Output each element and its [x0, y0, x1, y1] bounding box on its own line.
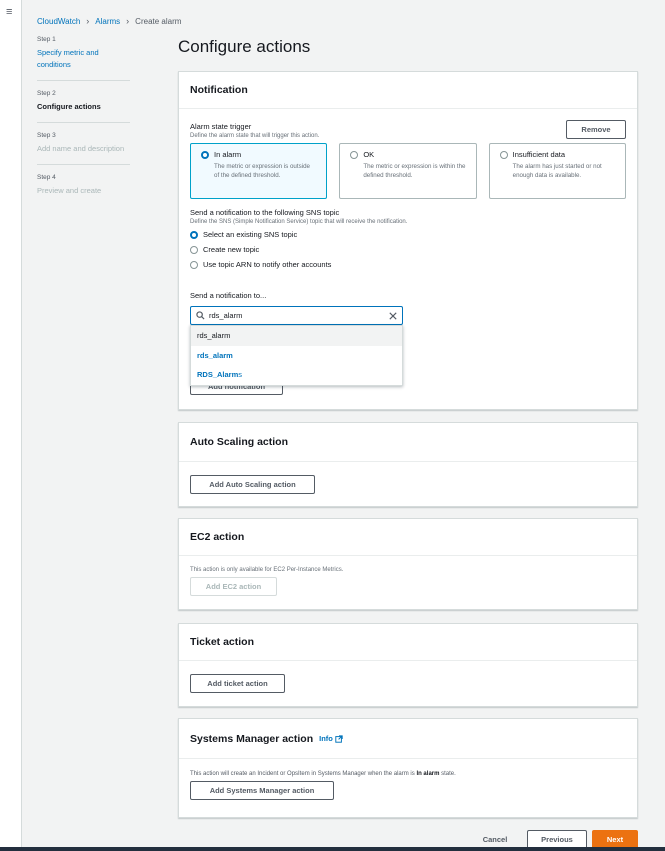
clear-icon[interactable]	[389, 311, 397, 320]
radio-icon[interactable]	[499, 150, 508, 159]
breadcrumb: CloudWatch › Alarms › Create alarm	[37, 15, 181, 27]
sns-option-label: Create new topic	[203, 245, 260, 254]
sns-option-label: Use topic ARN to notify other accounts	[203, 260, 332, 269]
tile-title: Insufficient data	[512, 150, 566, 159]
tile-title: OK	[363, 150, 375, 159]
step-number: Step 3	[37, 132, 56, 139]
ec2-panel: EC2 action This action is only available…	[178, 518, 638, 610]
external-link-icon	[335, 734, 343, 743]
wizard-steps: Step 1 Specify metric and conditions Ste…	[37, 36, 130, 215]
add-ssm-button[interactable]: Add Systems Manager action	[190, 781, 334, 800]
ssm-desc: This action will create an Incident or O…	[190, 771, 626, 777]
systems-manager-panel: Systems Manager action Info This action …	[178, 718, 638, 818]
auto-scaling-panel: Auto Scaling action Add Auto Scaling act…	[178, 422, 638, 507]
breadcrumb-alarms[interactable]: Alarms	[95, 17, 120, 26]
radio-icon[interactable]	[190, 230, 198, 239]
sns-option-existing[interactable]: Select an existing SNS topic	[190, 227, 626, 242]
search-icon	[196, 311, 205, 320]
sns-option-create[interactable]: Create new topic	[190, 242, 626, 257]
step-2-label: Configure actions	[37, 102, 101, 111]
tile-desc: The metric or expression is within the d…	[363, 163, 466, 179]
footer-bar	[0, 847, 665, 851]
dropdown-filter-text: rds_alarm	[191, 326, 402, 346]
step-number: Step 2	[37, 90, 56, 97]
sns-option-arn[interactable]: Use topic ARN to notify other accounts	[190, 257, 626, 272]
dropdown-option[interactable]: rds_alarm	[191, 346, 402, 366]
breadcrumb-current: Create alarm	[135, 16, 182, 26]
option-rest: s	[238, 370, 243, 380]
alarm-state-trigger-label: Alarm state trigger	[190, 122, 252, 131]
radio-icon[interactable]	[201, 150, 209, 159]
tile-insufficient-data[interactable]: Insufficient data The alarm has just sta…	[488, 143, 626, 199]
step-4: Step 4 Preview and create	[37, 174, 130, 206]
step-number: Step 1	[37, 36, 56, 43]
sns-search-input[interactable]	[209, 311, 389, 320]
notification-panel: Notification Remove Alarm state trigger …	[178, 71, 638, 410]
info-label: Info	[319, 734, 333, 743]
breadcrumb-cloudwatch[interactable]: CloudWatch	[37, 17, 80, 26]
panel-title: Auto Scaling action	[179, 423, 637, 462]
add-ticket-button[interactable]: Add ticket action	[190, 674, 285, 693]
panel-title: Ticket action	[179, 624, 637, 661]
step-4-label: Preview and create	[37, 186, 102, 195]
menu-icon[interactable]: ≡	[6, 7, 15, 18]
option-match: rds_alarm	[197, 350, 233, 360]
panel-title: Systems Manager action	[190, 732, 314, 745]
ssm-desc-bold: In alarm	[416, 771, 440, 777]
panel-title: EC2 action	[179, 519, 637, 556]
sns-option-label: Select an existing SNS topic	[203, 230, 298, 239]
alarm-state-trigger-desc: Define the alarm state that will trigger…	[190, 133, 320, 139]
add-ec2-button[interactable]: Add EC2 action	[190, 577, 277, 596]
sns-topic-label: Send a notification to the following SNS…	[190, 208, 340, 217]
send-to-label: Send a notification to...	[190, 291, 267, 300]
tile-desc: The metric or expression is outside of t…	[214, 163, 310, 179]
left-rail: ≡	[0, 0, 22, 851]
tile-title: In alarm	[214, 150, 242, 159]
dropdown-option[interactable]: RDS_Alarm s	[191, 365, 402, 385]
ssm-header: Systems Manager action Info	[179, 719, 637, 759]
step-3-label: Add name and description	[37, 144, 125, 153]
chevron-right-icon: ›	[126, 16, 130, 26]
radio-icon[interactable]	[190, 245, 198, 254]
page-title: Configure actions	[178, 37, 311, 56]
radio-icon[interactable]	[190, 260, 198, 269]
step-2: Step 2 Configure actions	[37, 90, 130, 123]
add-auto-scaling-button[interactable]: Add Auto Scaling action	[190, 475, 315, 494]
tile-ok[interactable]: OK The metric or expression is within th…	[339, 143, 477, 199]
ssm-desc-pre: This action will create an Incident or O…	[190, 771, 417, 777]
step-3: Step 3 Add name and description	[37, 132, 130, 165]
ticket-panel: Ticket action Add ticket action	[178, 623, 638, 707]
sns-dropdown: rds_alarm rds_alarm RDS_Alarm s	[190, 325, 403, 386]
radio-icon[interactable]	[350, 150, 359, 159]
tile-desc: The alarm has just started or not enough…	[512, 163, 602, 179]
step-1-link[interactable]: Specify metric and conditions	[37, 47, 130, 71]
step-number: Step 4	[37, 174, 56, 181]
ec2-desc: This action is only available for EC2 Pe…	[190, 567, 344, 573]
step-1: Step 1 Specify metric and conditions	[37, 36, 130, 81]
tile-in-alarm[interactable]: In alarm The metric or expression is out…	[190, 143, 328, 199]
alarm-state-tiles: In alarm The metric or expression is out…	[190, 143, 626, 199]
chevron-right-icon: ›	[86, 16, 90, 26]
panel-title: Notification	[179, 72, 637, 109]
info-link[interactable]: Info	[319, 734, 343, 743]
option-match: RDS_Alarm	[197, 370, 239, 380]
sns-topic-desc: Define the SNS (Simple Notification Serv…	[190, 219, 408, 225]
sns-search-field[interactable]	[190, 306, 403, 325]
remove-button[interactable]: Remove	[566, 120, 626, 139]
ssm-desc-post: state.	[439, 771, 456, 777]
